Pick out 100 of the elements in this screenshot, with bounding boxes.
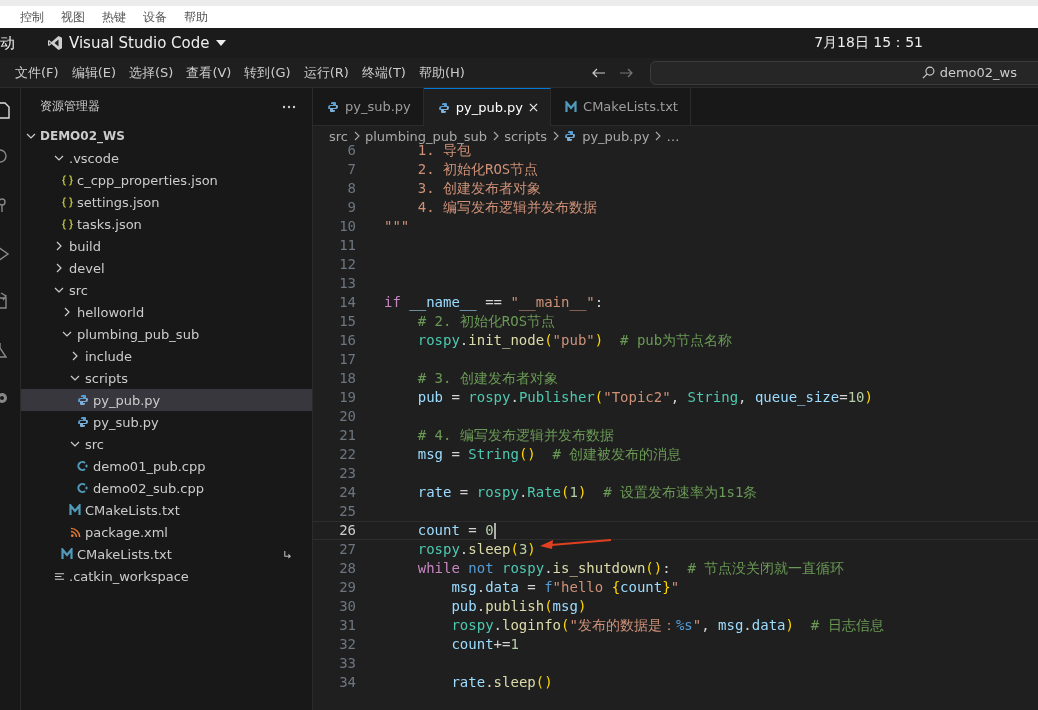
c-plus-icon — [77, 482, 89, 494]
menu-item[interactable]: 查看(V) — [186, 63, 232, 82]
tree-item[interactable]: src — [21, 433, 312, 455]
menu-item[interactable]: 运行(R) — [303, 63, 349, 82]
menu-item[interactable]: 转到(G) — [244, 63, 291, 82]
braces-icon — [61, 174, 73, 186]
breadcrumb-item[interactable]: … — [666, 128, 680, 144]
chevron-icon — [54, 241, 64, 251]
editor-tab[interactable]: CMakeLists.txt — [551, 88, 691, 126]
code-line: 4. 编写发布逻辑并发布数据 — [416, 198, 597, 217]
code-line: """ — [384, 217, 410, 236]
chevron-icon — [62, 307, 72, 317]
chevron-icon — [54, 263, 64, 273]
line-number: 17 — [338, 350, 356, 369]
chevron-icon — [354, 131, 360, 141]
menu-item[interactable]: 视图 — [61, 8, 85, 26]
braces-icon — [61, 196, 73, 208]
code-line: rate = rospy.Rate(1) # 设置发布速率为1s1条 — [416, 483, 758, 502]
editor-tab[interactable]: py_pub.py — [423, 88, 552, 126]
tree-item[interactable]: helloworld — [21, 301, 312, 323]
tree-item[interactable]: demo01_pub.cpp — [21, 455, 312, 477]
line-number: 14 — [338, 293, 356, 312]
close-icon[interactable] — [529, 103, 539, 112]
tree-item[interactable]: demo02_sub.cpp — [21, 477, 312, 499]
line-number: 16 — [338, 331, 356, 350]
menu-item[interactable]: 设备 — [143, 8, 167, 26]
breadcrumb-item[interactable]: scripts — [504, 128, 548, 144]
tree-item[interactable]: build — [21, 235, 312, 257]
line-number: 29 — [338, 578, 356, 597]
code-line: rospy.init_node("pub") # pub为节点名称 — [416, 331, 733, 350]
line-number: 27 — [338, 540, 356, 559]
line-number: 8 — [346, 179, 356, 198]
m-shape-icon — [565, 100, 578, 113]
line-number: 18 — [338, 369, 356, 388]
code-line: rate.sleep() — [450, 673, 553, 692]
tree-item[interactable]: include — [21, 345, 312, 367]
code-line: rospy.loginfo("发布的数据是：%s", msg.data) # 日志信息 — [450, 616, 884, 635]
python-icon — [327, 100, 339, 113]
python-icon — [77, 394, 89, 406]
python-icon — [437, 101, 450, 114]
menu-item[interactable]: 选择(S) — [129, 63, 174, 82]
code-line: # 3. 创建发布者对象 — [416, 369, 558, 388]
line-number: 10 — [338, 217, 356, 236]
tree-item[interactable]: src — [21, 279, 312, 301]
more-icon[interactable] — [282, 104, 296, 109]
chevron-icon — [54, 285, 64, 295]
line-number: 21 — [338, 426, 356, 445]
line-number: 13 — [338, 274, 356, 293]
line-number: 15 — [338, 312, 356, 331]
tree-item[interactable]: package.xml — [21, 521, 312, 543]
app-menu[interactable]: Visual Studio Code — [47, 34, 226, 52]
breadcrumb-item[interactable]: src — [329, 128, 348, 144]
menu-item[interactable]: 热键 — [102, 8, 126, 26]
tree-item[interactable]: settings.json — [21, 191, 312, 213]
line-number: 11 — [338, 236, 356, 255]
menu-item[interactable]: 帮助 — [184, 8, 208, 26]
workspace-root[interactable]: DEMO02_WS — [21, 125, 312, 147]
lines-icon — [53, 570, 65, 582]
menu-item[interactable]: 文件(F) — [15, 63, 59, 82]
tree-item[interactable]: CMakeLists.txt — [21, 499, 312, 521]
line-number: 22 — [338, 445, 356, 464]
code-line: count+=1 — [450, 635, 519, 654]
line-number: 9 — [346, 198, 356, 217]
menu-item[interactable]: 帮助(H) — [418, 63, 465, 82]
tree-item[interactable]: tasks.json — [21, 213, 312, 235]
code-line: count = 0 — [416, 522, 496, 539]
python-icon — [77, 416, 89, 428]
m-shape-icon — [69, 504, 81, 516]
chevron-icon — [62, 329, 72, 339]
clock[interactable]: 7月18日 15：51 — [814, 34, 923, 52]
code-line: 3. 创建发布者对象 — [416, 179, 541, 198]
code-line: while not rospy.is_shutdown(): # 节点没关闭就一直循环 — [416, 559, 845, 578]
tree-item[interactable]: py_sub.py — [21, 411, 312, 433]
search-field[interactable]: demo02_ws — [650, 60, 1038, 85]
tree-item[interactable]: devel — [21, 257, 312, 279]
forward-arrow-icon[interactable] — [619, 67, 633, 78]
tree-item[interactable]: scripts — [21, 367, 312, 389]
code-line: pub = rospy.Publisher("Topic2", String, queue_size=10) — [416, 388, 873, 407]
line-number: 30 — [338, 597, 356, 616]
menu-item[interactable]: 编辑(E) — [71, 63, 116, 82]
line-number: 19 — [338, 388, 356, 407]
editor-tab[interactable]: py_sub.py — [313, 88, 424, 126]
rss-icon — [69, 526, 81, 538]
explorer-title: 资源管理器 — [40, 98, 100, 115]
tree-item[interactable]: CMakeLists.txt — [21, 543, 312, 565]
back-arrow-icon[interactable] — [592, 67, 606, 78]
tree-item[interactable]: plumbing_pub_sub — [21, 323, 312, 345]
tree-item[interactable]: py_pub.py — [21, 389, 312, 411]
tree-item[interactable]: c_cpp_properties.json — [21, 169, 312, 191]
tree-item[interactable]: .vscode — [21, 147, 312, 169]
tree-item[interactable]: .catkin_workspace — [21, 565, 312, 587]
breadcrumb-item[interactable]: py_pub.py — [564, 128, 650, 144]
line-number: 6 — [346, 141, 356, 160]
line-number: 7 — [346, 160, 356, 179]
braces-icon — [61, 218, 73, 230]
breadcrumb-item[interactable]: plumbing_pub_sub — [365, 128, 488, 144]
m-shape-icon — [61, 548, 73, 560]
menu-item[interactable]: 终端(T) — [361, 63, 406, 82]
activities-label[interactable]: 动 — [0, 33, 40, 53]
menu-item[interactable]: 控制 — [20, 8, 44, 26]
